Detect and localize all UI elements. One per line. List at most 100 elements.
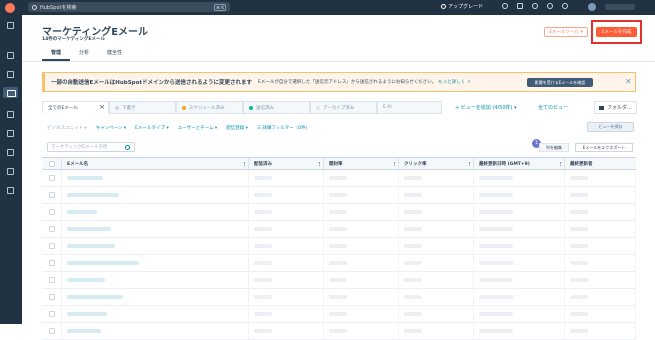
row-checkbox[interactable]	[48, 175, 55, 181]
account-menu[interactable]	[605, 4, 635, 10]
reporting-icon[interactable]	[7, 168, 14, 175]
crm-icon[interactable]	[7, 71, 14, 78]
top-navigation-bar: HubSpotを検索 ⌘ K アップグレード	[0, 0, 655, 15]
table-row[interactable]	[42, 204, 636, 221]
learn-more-link[interactable]: もっと詳しく ↗	[438, 79, 470, 85]
tab-health[interactable]: 健全性	[98, 49, 131, 61]
view-tab-label: 下書き	[122, 105, 136, 111]
view-tab-archived[interactable]: アーカイブ済み	[310, 101, 377, 114]
edit-columns-button[interactable]: 列を編集	[539, 143, 569, 152]
table-cell	[249, 170, 324, 186]
settings-gear-icon[interactable]	[547, 3, 553, 9]
table-cell	[565, 289, 636, 305]
workspaces-icon[interactable]	[7, 52, 14, 59]
row-checkbox[interactable]	[48, 209, 55, 215]
table-cell	[249, 255, 324, 271]
close-view-icon[interactable]: ×	[99, 103, 105, 111]
save-view-button[interactable]: ビューを保存	[587, 122, 634, 132]
review-affected-emails-button[interactable]: 影響を受けるEメールを確認	[527, 78, 593, 87]
status-dot-icon	[115, 105, 119, 110]
table-cell	[474, 255, 565, 271]
data-management-icon[interactable]	[7, 187, 14, 194]
obscured-value[interactable]	[67, 227, 111, 231]
obscured-value	[329, 210, 347, 214]
marketplace-icon[interactable]	[517, 3, 523, 9]
content-icon[interactable]	[7, 111, 14, 118]
filter-campaign[interactable]: キャンペーン ▾	[96, 125, 126, 131]
column-header-updated-by[interactable]: 最終更新者	[565, 158, 636, 169]
view-tab-ai[interactable]: E AI	[377, 101, 442, 114]
obscured-value[interactable]	[67, 329, 101, 333]
table-row[interactable]	[42, 221, 636, 238]
column-header-last-updated[interactable]: 最終更新日時 (GMT+9)	[474, 158, 565, 169]
all-views-link[interactable]: 全てのビュー	[538, 104, 568, 111]
filter-subscription[interactable]: 配信登録 ▾	[226, 125, 248, 131]
obscured-value[interactable]	[67, 278, 105, 282]
global-search-placeholder: HubSpotを検索	[40, 4, 77, 11]
table-row[interactable]	[42, 238, 636, 255]
advanced-filters-button[interactable]: ☰ 詳細フィルター（0件）	[257, 125, 310, 131]
automation-icon[interactable]	[7, 149, 14, 156]
column-header-click-rate[interactable]: クリック率	[399, 158, 474, 169]
tab-manage[interactable]: 管理	[42, 49, 71, 61]
folder-button[interactable]: フォルダ...	[594, 101, 637, 114]
export-emails-button[interactable]: Eメールをエクスポート	[575, 143, 633, 152]
row-checkbox[interactable]	[48, 243, 55, 249]
row-checkbox[interactable]	[48, 192, 55, 198]
phone-icon[interactable]	[502, 3, 508, 9]
row-checkbox[interactable]	[48, 311, 55, 317]
obscured-value[interactable]	[67, 295, 123, 299]
search-icon	[32, 4, 37, 10]
obscured-value[interactable]	[67, 312, 107, 316]
obscured-value[interactable]	[67, 244, 115, 248]
add-view-button[interactable]: + ビューを追加 (4/50件) ▾	[455, 104, 517, 111]
obscured-value[interactable]	[67, 193, 119, 197]
upgrade-link[interactable]: アップグレード	[441, 3, 483, 10]
filter-users-teams[interactable]: ユーザーとチーム ▾	[178, 125, 217, 131]
column-header-email-name[interactable]: Eメール名	[62, 158, 249, 169]
table-row[interactable]	[42, 289, 636, 306]
table-row[interactable]	[42, 323, 636, 340]
view-tab-all-emails[interactable]: 全てのEメール ×	[42, 101, 109, 114]
select-all-checkbox[interactable]	[48, 160, 55, 167]
table-cell	[249, 272, 324, 288]
view-tab-drafts[interactable]: 下書き	[109, 101, 176, 114]
notifications-bell-icon[interactable]	[562, 3, 568, 9]
commerce-icon[interactable]	[7, 130, 14, 137]
table-row[interactable]	[42, 272, 636, 289]
create-email-button[interactable]: Eメールを作成	[596, 27, 637, 37]
global-search-input[interactable]: HubSpotを検索 ⌘ K	[28, 2, 230, 12]
search-icon[interactable]	[125, 145, 130, 150]
row-checkbox[interactable]	[48, 294, 55, 300]
view-tab-sent[interactable]: 送信済み	[243, 101, 310, 114]
row-checkbox[interactable]	[48, 277, 55, 283]
filter-email-type[interactable]: Eメールタイプ ▾	[135, 125, 169, 131]
table-cell	[399, 187, 474, 203]
hubspot-logo-icon[interactable]	[5, 2, 15, 13]
email-tools-button[interactable]: Eメールツール ▾	[544, 27, 588, 37]
bookmarks-icon[interactable]	[7, 22, 14, 29]
row-checkbox[interactable]	[48, 226, 55, 232]
column-header-open-rate[interactable]: 開封率	[324, 158, 399, 169]
view-tab-scheduled[interactable]: スケジュール済み	[176, 101, 243, 114]
table-row[interactable]	[42, 255, 636, 272]
tab-analyze[interactable]: 分析	[70, 49, 98, 61]
user-avatar[interactable]	[588, 3, 596, 11]
obscured-value[interactable]	[67, 261, 139, 265]
obscured-value	[404, 329, 422, 333]
table-row[interactable]	[42, 187, 636, 204]
obscured-value	[329, 261, 347, 265]
obscured-value[interactable]	[67, 176, 103, 180]
table-row[interactable]	[42, 306, 636, 323]
column-header-delivered[interactable]: 配信済み	[249, 158, 324, 169]
obscured-value[interactable]	[67, 210, 97, 214]
marketing-icon[interactable]	[3, 87, 18, 98]
row-checkbox[interactable]	[48, 328, 55, 334]
email-search-input[interactable]: マーケティングEメールを检	[47, 142, 135, 152]
close-icon[interactable]: ✕	[625, 77, 632, 86]
table-row[interactable]	[42, 170, 636, 187]
obscured-value	[404, 193, 422, 197]
filter-business-unit[interactable]: ビジネスユニット ▾	[47, 125, 87, 131]
row-checkbox[interactable]	[48, 260, 55, 266]
help-icon[interactable]	[532, 3, 538, 9]
